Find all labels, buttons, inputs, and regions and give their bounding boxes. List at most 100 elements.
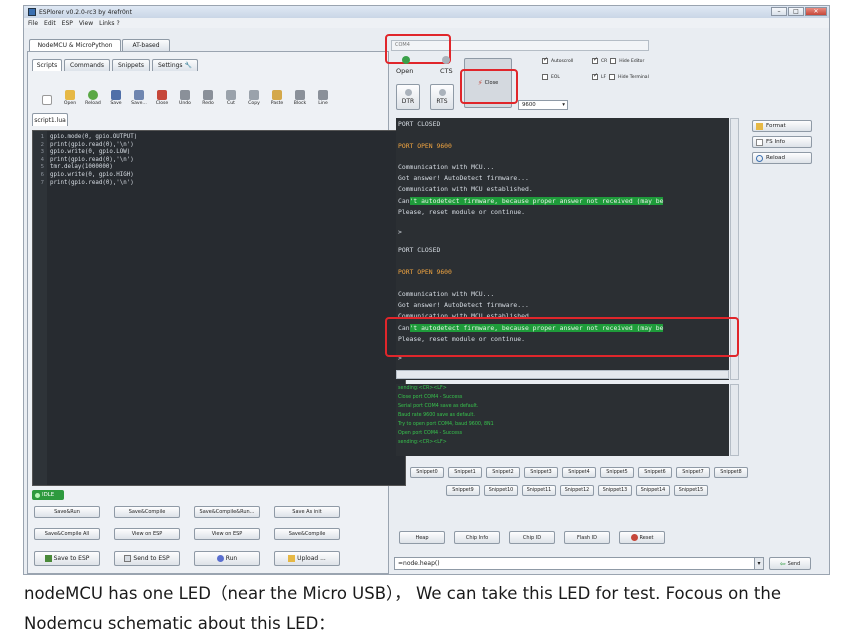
terminal-line: Got answer! AutoDetect firmware... (398, 174, 529, 182)
save-as-icon (134, 90, 144, 100)
maximize-button[interactable]: □ (788, 7, 804, 16)
snippet-button-1[interactable]: Snippet1 (448, 467, 482, 478)
save-as-init-button[interactable]: Save As init (274, 506, 340, 518)
send-to-esp-label: Send to ESP (133, 555, 170, 562)
chip-id-button[interactable]: Chip ID (509, 531, 555, 544)
code-line[interactable]: gpio.write(0, gpio.HIGH) (50, 172, 137, 180)
paste-button[interactable]: Paste (267, 90, 287, 106)
log-output[interactable]: sending:<CR><LF> Close port COM4 - Succes… (396, 384, 729, 456)
code-line[interactable]: print(gpio.read(0),'\n') (50, 180, 137, 188)
dtr-button[interactable]: DTR (396, 84, 420, 110)
send-to-esp-icon (124, 555, 132, 562)
hide-editor-checkbox[interactable] (610, 58, 617, 64)
snippet-button-11[interactable]: Snippet11 (522, 485, 556, 496)
flash-id-button[interactable]: Flash ID (564, 531, 610, 544)
run-button[interactable]: Run (194, 551, 260, 566)
save-run-button[interactable]: Save&Run (34, 506, 100, 518)
code-line[interactable]: print(gpio.read(0),'\n') (50, 142, 137, 150)
snippet-button-2[interactable]: Snippet2 (486, 467, 520, 478)
cut-button[interactable]: Cut (221, 90, 241, 106)
send-button[interactable]: ⇦ Send (769, 557, 811, 570)
send-to-esp-button[interactable]: Send to ESP (114, 551, 180, 566)
line-number: 2 (40, 141, 44, 148)
tab-snippets[interactable]: Snippets (112, 59, 150, 71)
reset-button[interactable]: Reset (619, 531, 665, 544)
code-editor[interactable]: 1234567 gpio.mode(0, gpio.OUTPUT) print(g… (32, 130, 406, 486)
save-compile-run-button[interactable]: Save&Compile&Run... (194, 506, 260, 518)
fs-info-button[interactable]: FS Info (752, 136, 812, 148)
code-line[interactable]: gpio.mode(0, gpio.OUTPUT) (50, 134, 137, 142)
snippet-button-13[interactable]: Snippet13 (598, 485, 632, 496)
snippet-button-8[interactable]: Snippet8 (714, 467, 748, 478)
terminal-line: > (398, 228, 402, 236)
save-to-esp-button[interactable]: Save to ESP (34, 551, 100, 566)
code-line[interactable]: tmr.delay(1000000) (50, 164, 137, 172)
snippet-button-0[interactable]: Snippet0 (410, 467, 444, 478)
chip-info-button[interactable]: Chip Info (454, 531, 500, 544)
snippet-button-3[interactable]: Snippet3 (524, 467, 558, 478)
code-line[interactable]: gpio.write(0, gpio.LOW) (50, 149, 137, 157)
terminal-highlight: 't autodetect firmware, because proper a… (409, 197, 664, 205)
copy-button[interactable]: Copy (244, 90, 264, 106)
menu-links[interactable]: Links ? (99, 20, 120, 27)
undo-icon (180, 90, 190, 100)
view-on-esp-button[interactable]: View on ESP (114, 528, 180, 540)
block-button[interactable]: Block (290, 90, 310, 106)
log-vertical-scrollbar[interactable] (730, 384, 739, 456)
command-input[interactable]: =node.heap() (394, 557, 764, 570)
undo-button[interactable]: Undo (175, 90, 195, 106)
snippet-button-5[interactable]: Snippet5 (600, 467, 634, 478)
code-text[interactable]: gpio.mode(0, gpio.OUTPUT) print(gpio.read… (50, 134, 137, 187)
snippet-button-9[interactable]: Snippet9 (446, 485, 480, 496)
editor-toolbar: Open Reload Save Save... Close Undo Redo… (32, 82, 384, 106)
open-button[interactable]: Open (60, 90, 80, 106)
hide-terminal-checkbox[interactable] (609, 74, 616, 80)
tab-scripts[interactable]: Scripts (32, 59, 62, 71)
tab-at-based[interactable]: AT-based (122, 39, 170, 51)
code-line[interactable]: print(gpio.read(0),'\n') (50, 157, 137, 165)
terminal-horizontal-scrollbar[interactable] (396, 370, 729, 379)
minimize-button[interactable]: – (771, 7, 787, 16)
menu-view[interactable]: View (79, 20, 93, 27)
open-port-label[interactable]: Open (396, 67, 413, 75)
menu-file[interactable]: File (28, 20, 38, 27)
redo-button[interactable]: Redo (198, 90, 218, 106)
tab-commands[interactable]: Commands (64, 59, 110, 71)
new-file-button[interactable] (37, 95, 57, 106)
reload-button[interactable]: Reload (83, 90, 103, 106)
save-as-button[interactable]: Save... (129, 90, 149, 106)
save-button[interactable]: Save (106, 90, 126, 106)
menu-esp[interactable]: ESP (62, 20, 73, 27)
baud-select[interactable]: 9600 ▾ (518, 100, 568, 110)
snippet-button-12[interactable]: Snippet12 (560, 485, 594, 496)
tab-settings[interactable]: Settings 🔧 (152, 59, 198, 71)
heap-button[interactable]: Heap (399, 531, 445, 544)
save-compile-button-2[interactable]: Save&Compile (274, 528, 340, 540)
reset-label: Reset (639, 534, 654, 541)
close-file-button[interactable]: Close (152, 90, 172, 106)
snippet-button-10[interactable]: Snippet10 (484, 485, 518, 496)
snippet-button-4[interactable]: Snippet4 (562, 467, 596, 478)
command-dropdown-icon[interactable]: ▾ (754, 557, 764, 570)
snippet-button-7[interactable]: Snippet7 (676, 467, 710, 478)
close-window-button[interactable]: ✕ (805, 7, 827, 16)
eol-checkbox[interactable] (542, 74, 548, 80)
snippet-button-15[interactable]: Snippet15 (674, 485, 708, 496)
cr-checkbox[interactable] (592, 56, 598, 64)
reload-files-button[interactable]: Reload (752, 152, 812, 164)
save-compile-all-button[interactable]: Save&Compile All (34, 528, 100, 540)
format-button[interactable]: Format (752, 120, 812, 132)
view-on-esp-button-2[interactable]: View on ESP (194, 528, 260, 540)
file-tab-script1[interactable]: script1.lua (32, 113, 68, 126)
save-compile-button[interactable]: Save&Compile (114, 506, 180, 518)
menu-edit[interactable]: Edit (44, 20, 56, 27)
lf-checkbox[interactable] (592, 72, 598, 80)
upload-button[interactable]: Upload ... (274, 551, 340, 566)
line-button[interactable]: Line (313, 90, 333, 106)
autoscroll-checkbox[interactable] (542, 56, 548, 64)
eol-label: EOL (551, 74, 560, 80)
snippet-button-14[interactable]: Snippet14 (636, 485, 670, 496)
rts-button[interactable]: RTS (430, 84, 454, 110)
tab-nodemcu[interactable]: NodeMCU & MicroPython (29, 39, 121, 51)
snippet-button-6[interactable]: Snippet6 (638, 467, 672, 478)
